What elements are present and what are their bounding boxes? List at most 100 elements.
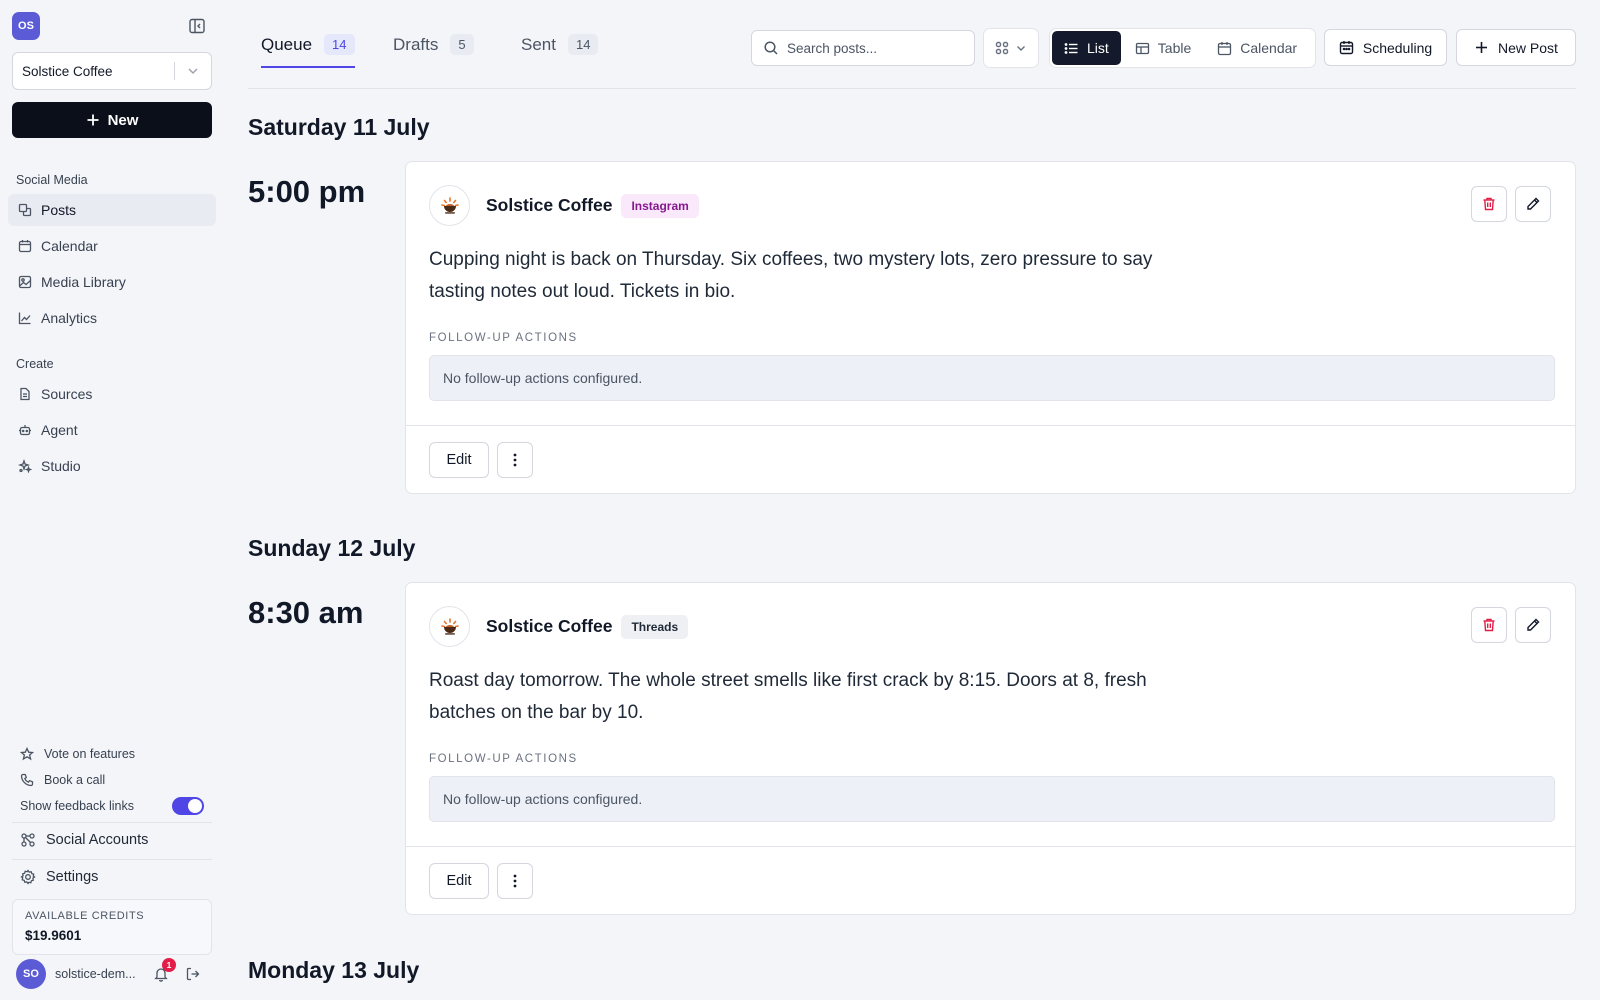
- chevron-down-icon: [1015, 42, 1027, 54]
- sidebar-item-studio[interactable]: Studio: [8, 450, 216, 482]
- active-tab-indicator: [261, 66, 355, 68]
- collapse-sidebar-icon[interactable]: [188, 17, 206, 35]
- sparkles-icon: [18, 459, 32, 473]
- list-icon: [1064, 41, 1079, 56]
- section-label-social-media: Social Media: [16, 173, 88, 187]
- image-icon: [18, 275, 32, 289]
- calendar-icon: [1217, 41, 1232, 56]
- sidebar-item-label: Agent: [41, 422, 78, 438]
- more-vertical-icon: [513, 453, 517, 467]
- search-input[interactable]: [787, 40, 967, 56]
- social-accounts-link[interactable]: Social Accounts: [20, 832, 148, 848]
- plus-icon: [1474, 40, 1489, 55]
- tab-label: Queue: [261, 34, 313, 54]
- sidebar-item-label: Analytics: [41, 310, 98, 326]
- delete-button[interactable]: [1471, 607, 1507, 643]
- bell-icon[interactable]: 1: [153, 958, 176, 982]
- view-table-button[interactable]: Table: [1123, 31, 1203, 65]
- post-header: Solstice Coffee Instagram: [429, 185, 699, 226]
- divider: [12, 859, 212, 860]
- view-label: Table: [1157, 40, 1192, 56]
- scheduling-label: Scheduling: [1362, 39, 1433, 56]
- settings-label: Settings: [46, 869, 99, 885]
- edit-icon-button[interactable]: [1515, 607, 1551, 643]
- more-options-button[interactable]: [497, 863, 533, 899]
- more-vertical-icon: [513, 874, 517, 888]
- view-list-button[interactable]: List: [1052, 31, 1121, 65]
- credits-label: AVAILABLE CREDITS: [25, 910, 145, 922]
- calendar-icon: [1339, 40, 1354, 55]
- new-post-label: New Post: [1498, 39, 1558, 56]
- followup-actions-box: No follow-up actions configured.: [429, 355, 1555, 401]
- vote-on-features-link[interactable]: Vote on features: [20, 747, 135, 761]
- divider: [406, 425, 1575, 426]
- post-card: Solstice Coffee Instagram Cupping night …: [405, 161, 1576, 494]
- pencil-icon: [1525, 196, 1541, 212]
- account-name: Solstice Coffee: [486, 195, 613, 215]
- divider: [12, 822, 212, 823]
- delete-button[interactable]: [1471, 186, 1507, 222]
- credits-panel: AVAILABLE CREDITS $19.9601: [12, 899, 212, 955]
- post-time: 8:30 am: [248, 595, 364, 630]
- tab-drafts[interactable]: Drafts 5: [393, 34, 474, 55]
- post-text: Cupping night is back on Thursday. Six c…: [429, 249, 1153, 302]
- book-a-call-link[interactable]: Book a call: [20, 773, 105, 787]
- platform-badge: Threads: [621, 614, 689, 639]
- day-heading: Sunday 12 July: [248, 535, 416, 561]
- trash-icon: [1481, 617, 1497, 633]
- posts-icon: [18, 203, 32, 217]
- followup-actions-box: No follow-up actions configured.: [429, 776, 1555, 822]
- sidebar-item-calendar[interactable]: Calendar: [8, 230, 216, 262]
- feedback-links-toggle[interactable]: [172, 797, 204, 815]
- social-accounts-label: Social Accounts: [46, 832, 149, 848]
- feedback-toggle-label: Show feedback links: [20, 799, 134, 813]
- workspace-select[interactable]: Solstice Coffee: [12, 52, 212, 90]
- tab-queue[interactable]: Queue 14: [261, 34, 355, 55]
- coffee-logo-icon: [429, 185, 470, 226]
- search-icon: [763, 40, 779, 56]
- tab-sent[interactable]: Sent 14: [521, 34, 599, 55]
- sidebar-item-analytics[interactable]: Analytics: [8, 302, 216, 334]
- scheduling-button[interactable]: Scheduling: [1324, 29, 1447, 66]
- user-row: SO solstice-dem... 1: [16, 957, 208, 991]
- edit-icon-button[interactable]: [1515, 186, 1551, 222]
- sidebar-item-agent[interactable]: Agent: [8, 414, 216, 446]
- sidebar-item-label: Studio: [41, 458, 81, 474]
- grid-icon: [995, 41, 1009, 55]
- post-text: Roast day tomorrow. The whole street sme…: [429, 670, 1147, 723]
- book-a-call-label: Book a call: [44, 773, 106, 787]
- sidebar-item-sources[interactable]: Sources: [8, 378, 216, 410]
- section-label-create: Create: [16, 357, 54, 371]
- user-name[interactable]: solstice-dem...: [55, 967, 139, 981]
- platform-badge: Instagram: [621, 193, 699, 218]
- pencil-icon: [1525, 617, 1541, 633]
- new-button[interactable]: New: [12, 102, 212, 138]
- view-switcher: List Table Calendar: [1049, 28, 1316, 68]
- new-post-button[interactable]: New Post: [1456, 29, 1576, 66]
- edit-button[interactable]: Edit: [429, 442, 489, 478]
- chart-icon: [18, 311, 32, 325]
- followup-actions-label: FOLLOW-UP ACTIONS: [429, 753, 578, 765]
- view-label: List: [1087, 40, 1109, 56]
- edit-button[interactable]: Edit: [429, 863, 489, 899]
- view-calendar-button[interactable]: Calendar: [1205, 31, 1309, 65]
- avatar[interactable]: SO: [16, 959, 46, 989]
- post-card: Solstice Coffee Threads Roast day tomorr…: [405, 582, 1576, 915]
- star-icon: [20, 747, 34, 761]
- tab-label: Sent: [521, 34, 556, 54]
- layout-menu-button[interactable]: [983, 28, 1039, 68]
- divider: [248, 88, 1576, 89]
- tab-count: 14: [567, 34, 599, 55]
- workspace-badge[interactable]: OS: [12, 12, 40, 40]
- settings-link[interactable]: Settings: [20, 869, 98, 885]
- new-button-label: New: [107, 111, 139, 129]
- view-label: Calendar: [1240, 40, 1298, 56]
- sidebar-item-media-library[interactable]: Media Library: [8, 266, 216, 298]
- sidebar-item-posts[interactable]: Posts: [8, 194, 216, 226]
- post-time: 5:00 pm: [248, 174, 366, 209]
- workspace-select-value: Solstice Coffee: [22, 63, 113, 79]
- post-header: Solstice Coffee Threads: [429, 606, 689, 647]
- more-options-button[interactable]: [497, 442, 533, 478]
- logout-icon[interactable]: [185, 966, 201, 982]
- calendar-icon: [18, 239, 32, 253]
